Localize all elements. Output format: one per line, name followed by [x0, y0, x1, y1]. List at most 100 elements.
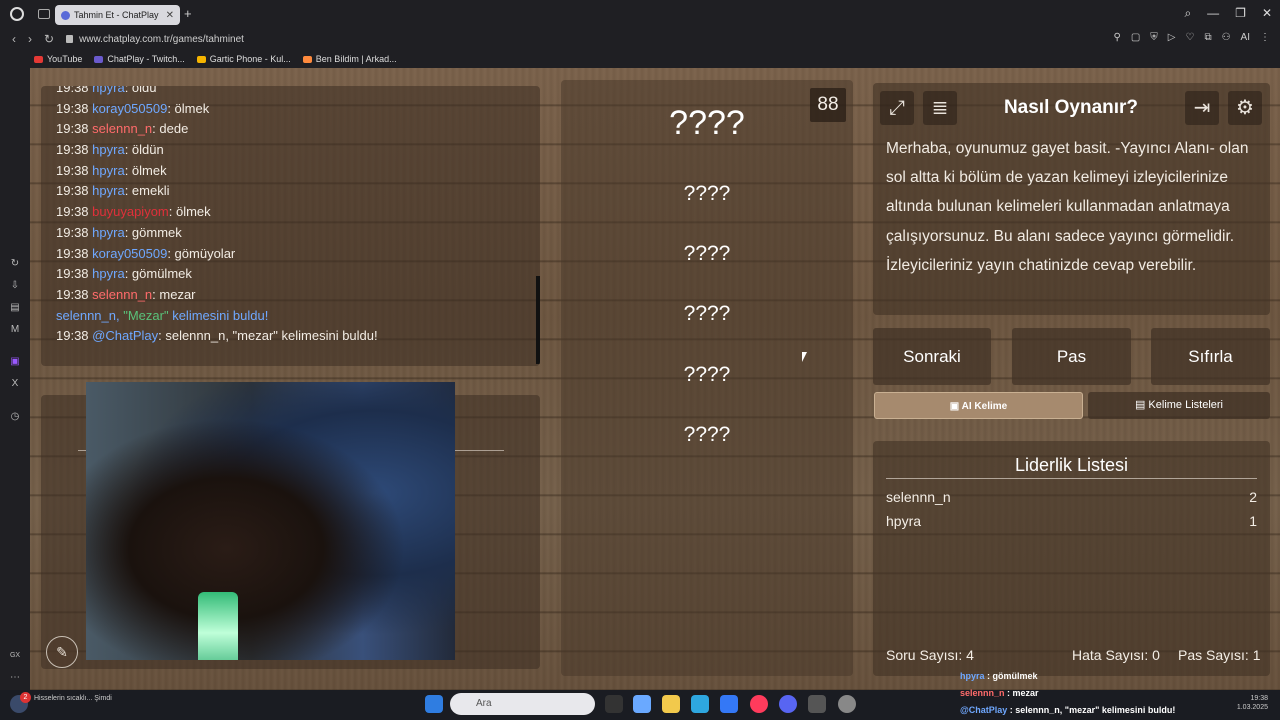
chat-text: : ölmek	[168, 204, 211, 220]
bookmarks-bar: YouTube ChatPlay - Twitch... Gartic Phon…	[0, 50, 1280, 68]
taskbar-search[interactable]: Ara	[450, 693, 595, 715]
store-icon[interactable]	[720, 695, 738, 713]
pass-button[interactable]: Pas	[1012, 328, 1131, 385]
reload-icon[interactable]: ↻	[44, 32, 54, 46]
chat-text: : emekli	[124, 183, 170, 199]
task-view-icon[interactable]	[605, 695, 623, 713]
chat-message: 19:38 hpyra: gömülmek	[41, 264, 540, 285]
chat-username: @ChatPlay	[92, 328, 159, 344]
pin-icon[interactable]: ⚲	[1113, 32, 1120, 43]
puzzle-icon[interactable]: ⧉	[1204, 32, 1211, 43]
x-icon[interactable]: X	[9, 378, 21, 390]
clock-icon[interactable]: ◷	[9, 411, 21, 423]
forbidden-word: ????	[683, 182, 731, 205]
maximize-icon[interactable]: ❐	[1235, 6, 1246, 21]
history-icon[interactable]: ↻	[9, 258, 21, 270]
phone-icon	[196, 55, 206, 63]
chat-username: selennn_n	[92, 286, 153, 302]
mouse-cursor	[802, 352, 807, 362]
tab-manager-icon[interactable]	[38, 9, 50, 19]
more-icon[interactable]: ⋯	[9, 672, 21, 684]
chat-username: hpyra	[92, 162, 125, 178]
heart-icon[interactable]: ♡	[1185, 32, 1194, 43]
opera-logo-icon[interactable]	[10, 7, 24, 21]
wallet-icon[interactable]: ▤	[9, 302, 21, 314]
search-icon[interactable]: ⌕	[1184, 6, 1191, 21]
opera-gx-icon[interactable]	[750, 695, 768, 713]
forward-icon[interactable]: ›	[28, 32, 32, 46]
overlay-chat-line: @ChatPlay : selennn_n, "mezar" kelimesin…	[960, 705, 1176, 715]
chat-message: 19:38 selennn_n: dede	[41, 119, 540, 140]
discord-icon[interactable]	[779, 695, 797, 713]
reset-button[interactable]: Sıfırla	[1151, 328, 1270, 385]
gx-icon[interactable]: GX	[9, 650, 21, 662]
close-icon[interactable]: ✕	[1262, 6, 1272, 21]
tab-ai-word[interactable]: ▣ AI Kelime	[874, 392, 1083, 419]
profile-icon[interactable]: ⚇	[1222, 32, 1231, 43]
chat-scrollbar[interactable]	[536, 276, 540, 364]
play-icon[interactable]: ▷	[1168, 32, 1176, 43]
snapshot-icon[interactable]: ▢	[1131, 32, 1140, 43]
downloads-icon[interactable]: ⇩	[9, 280, 21, 292]
windows-start-icon[interactable]	[425, 695, 443, 713]
steam-icon[interactable]	[808, 695, 826, 713]
chatplay-favicon-icon	[61, 10, 70, 20]
document-icon[interactable]: ≣	[923, 91, 957, 125]
chatplay-icon	[94, 55, 104, 63]
twitch-icon[interactable]: ▣	[9, 356, 21, 368]
ai-button[interactable]: AI	[1241, 32, 1250, 43]
exit-icon[interactable]: ⇥	[1185, 91, 1219, 125]
file-explorer-icon[interactable]	[662, 695, 680, 713]
bookmark-youtube[interactable]: YouTube	[34, 54, 82, 64]
chat-username: hpyra	[92, 224, 125, 240]
chat-time: 19:38	[56, 162, 93, 178]
chat-message: 19:38 koray050509: ölmek	[41, 99, 540, 120]
chat-text: : gömülmek	[124, 266, 192, 282]
leaderboard-panel	[873, 441, 1270, 676]
chat-panel: 19:38 hpyra: öldü 19:38 koray050509: ölme…	[41, 86, 540, 366]
browser-tab[interactable]: Tahmin Et - ChatPlay ✕	[55, 5, 180, 25]
menu-icon[interactable]: ⋮	[1260, 32, 1270, 43]
chat-text: : öldün	[124, 142, 164, 158]
minimize-icon[interactable]: —	[1207, 6, 1219, 21]
new-tab-button[interactable]: +	[184, 6, 192, 21]
chat-time: 19:38	[56, 245, 93, 261]
leaderboard-row: selennn_n 2	[886, 489, 1257, 505]
player-name: selennn_n	[886, 489, 951, 505]
chat-text: : ölmek	[124, 162, 167, 178]
overlay-chat-line: hpyra : gömülmek	[960, 671, 1038, 681]
tab-close-icon[interactable]: ✕	[166, 10, 174, 21]
forbidden-word: ????	[683, 423, 731, 446]
tab-word-lists[interactable]: ▤ Kelime Listeleri	[1088, 392, 1270, 419]
settings-gear-icon[interactable]: ⚙	[1228, 91, 1262, 125]
question-count: Soru Sayısı: 4	[886, 647, 974, 663]
chat-text: : öldü	[124, 86, 157, 95]
shield-icon[interactable]: ⛨	[1150, 32, 1158, 43]
chat-time: 19:38	[56, 286, 93, 302]
leaderboard-divider	[886, 478, 1257, 479]
edge-icon[interactable]	[691, 695, 709, 713]
back-icon[interactable]: ‹	[12, 32, 16, 46]
obs-icon[interactable]	[838, 695, 856, 713]
system-clock[interactable]: 19:38 1.03.2025	[1237, 694, 1268, 712]
bookmark-chatplay[interactable]: ChatPlay - Twitch...	[94, 54, 185, 64]
forbidden-word: ????	[683, 242, 731, 265]
how-to-play-title: Nasıl Oynanır?	[1003, 97, 1139, 118]
bookmark-ben-bildim[interactable]: Ben Bildim | Arkad...	[302, 54, 397, 64]
chat-system-message: selennn_n, "Mezar" kelimesini buldu!	[41, 306, 540, 327]
notification-text: Hisselerin sıcaklı... Şimdi	[34, 695, 112, 702]
webcam-overlay	[86, 382, 455, 660]
messenger-icon[interactable]: M	[9, 324, 21, 336]
copilot-icon[interactable]	[633, 695, 651, 713]
url-field[interactable]: www.chatplay.com.tr/games/tahminet	[66, 34, 244, 45]
bookmark-gartic-phone[interactable]: Gartic Phone - Kul...	[196, 54, 291, 64]
fullscreen-icon[interactable]: ⤢	[880, 91, 914, 125]
chat-username: hpyra	[92, 86, 125, 95]
next-button[interactable]: Sonraki	[873, 328, 991, 385]
overlay-chat-line: selennn_n : mezar	[960, 688, 1039, 698]
edit-pencil-button[interactable]: ✎	[46, 636, 78, 668]
chat-username: hpyra	[92, 183, 125, 199]
forbidden-word: ????	[683, 363, 731, 386]
search-label: Ara	[476, 698, 492, 709]
chat-time: 19:38	[56, 266, 93, 282]
